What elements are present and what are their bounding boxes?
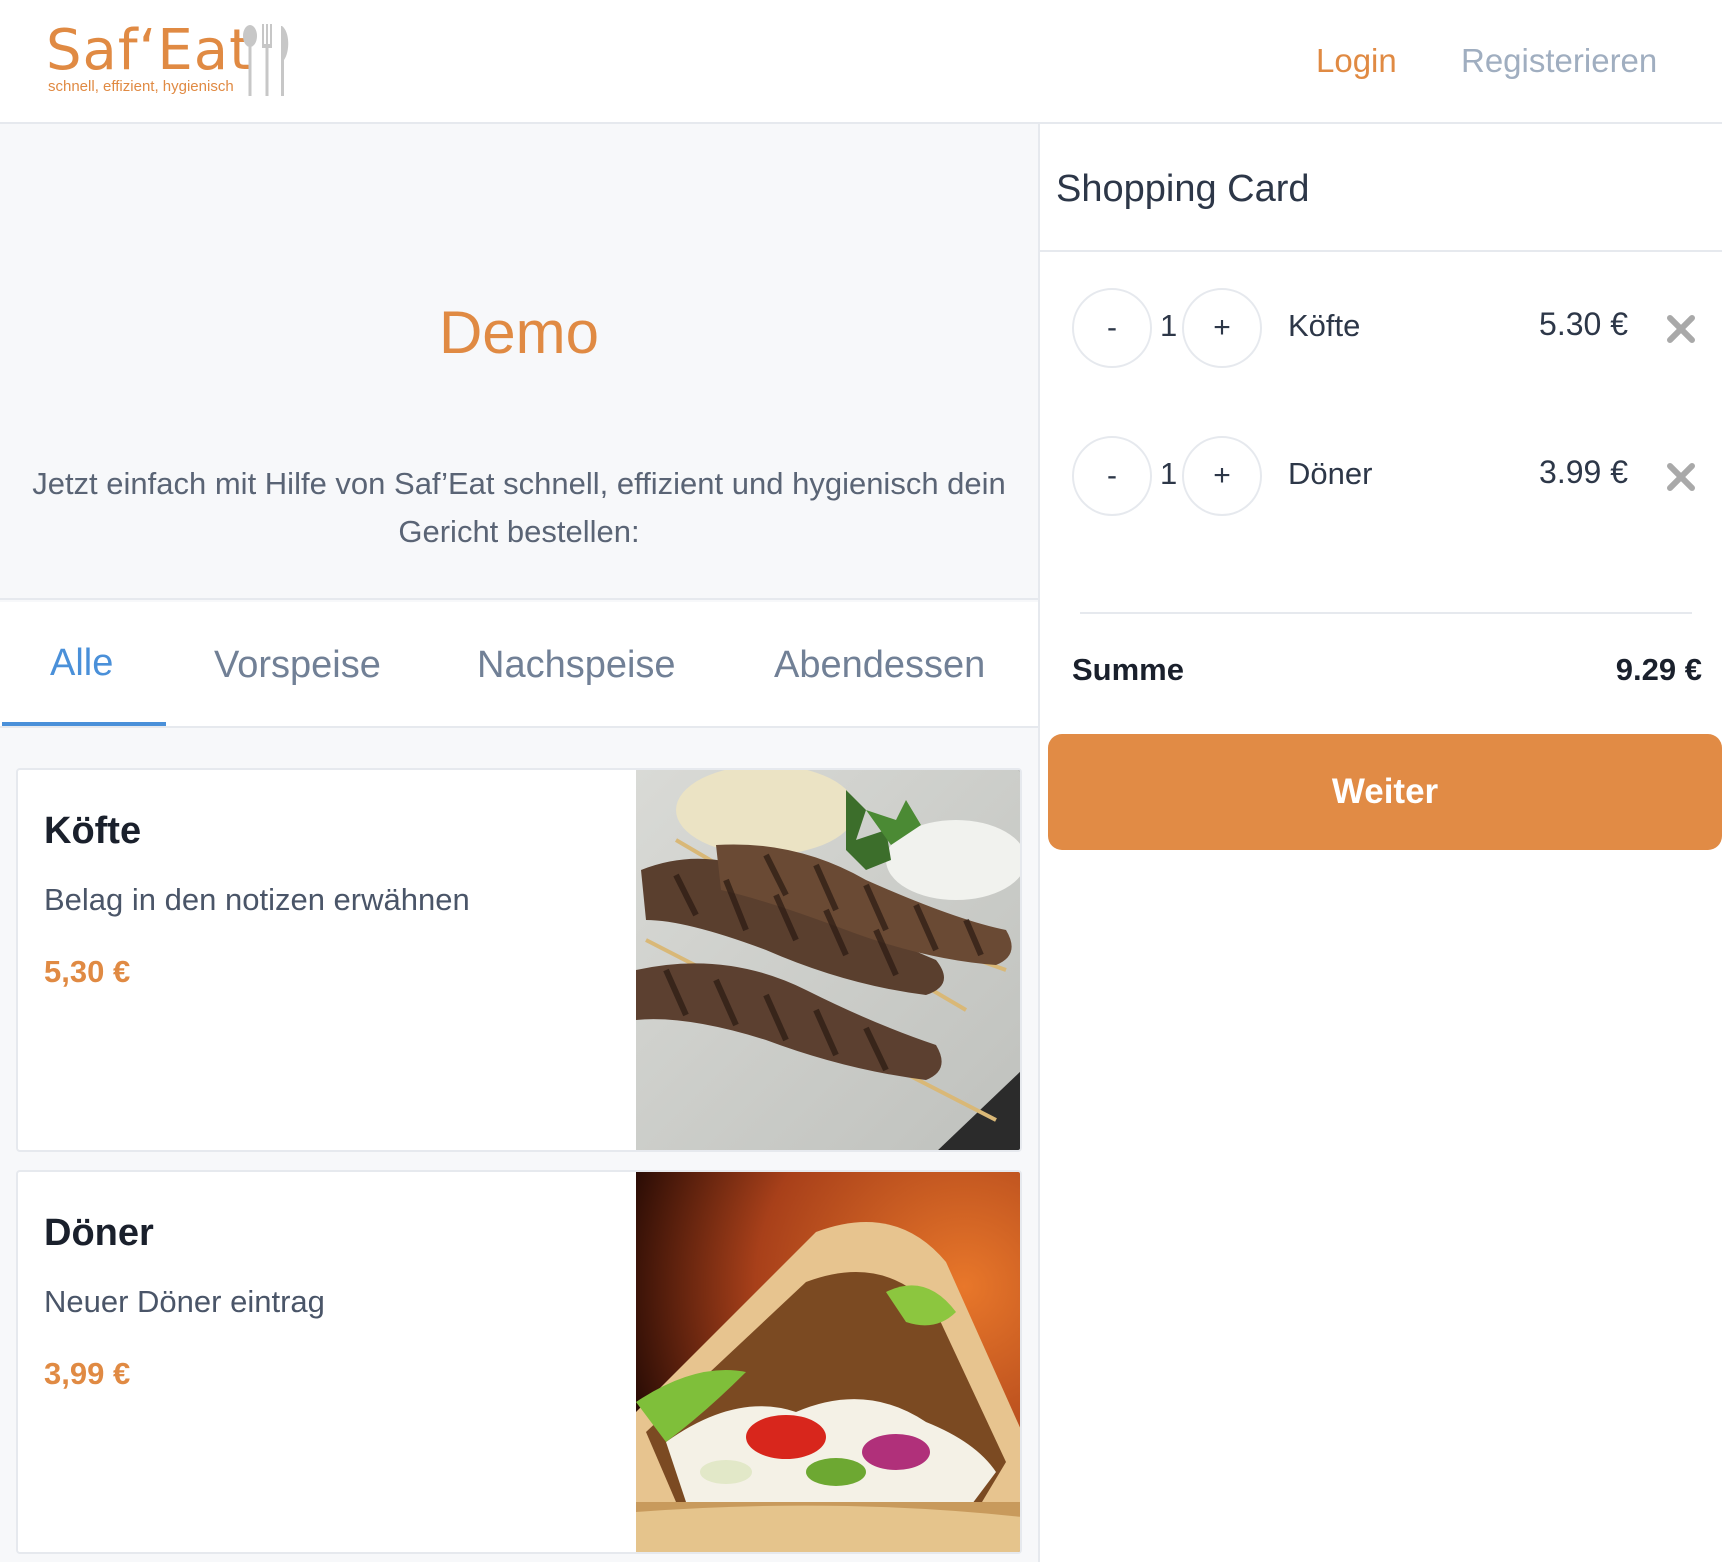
cart-item: - 1 + Köfte 5.30 € [1072, 288, 1712, 368]
cart-item-name: Köfte [1288, 308, 1361, 343]
divider [1080, 612, 1692, 614]
logo-tagline: schnell, effizient, hygienisch [48, 78, 234, 95]
menu-panel: Demo Jetzt einfach mit Hilfe von Saf’Eat… [0, 124, 1040, 1562]
cart-title: Shopping Card [1056, 168, 1310, 210]
quantity-value: 1 [1160, 308, 1178, 343]
doener-image [636, 1172, 1020, 1552]
close-icon[interactable] [1666, 462, 1696, 492]
hero-section: Demo Jetzt einfach mit Hilfe von Saf’Eat… [0, 124, 1038, 600]
category-tabs: Alle Vorspeise Nachspeise Abendessen [0, 602, 1038, 728]
increase-quantity-button[interactable]: + [1182, 436, 1262, 516]
menu-item-title: Köfte [44, 810, 142, 852]
cart-item: - 1 + Döner 3.99 € [1072, 436, 1712, 516]
menu-item-title: Döner [44, 1212, 154, 1254]
tab-alle[interactable]: Alle [50, 642, 113, 685]
increase-quantity-button[interactable]: + [1182, 288, 1262, 368]
cutlery-icon [243, 24, 289, 96]
quantity-value: 1 [1160, 456, 1178, 491]
sum-label: Summe [1072, 652, 1184, 687]
cart-item-price: 3.99 € [1539, 454, 1628, 490]
hero-description: Jetzt einfach mit Hilfe von Saf’Eat schn… [32, 466, 1006, 549]
menu-item-description: Belag in den notizen erwähnen [44, 882, 470, 917]
tab-abendessen[interactable]: Abendessen [774, 644, 985, 687]
tab-nachspeise[interactable]: Nachspeise [477, 644, 676, 687]
menu-item-card[interactable]: Köfte Belag in den notizen erwähnen 5,30… [16, 768, 1022, 1152]
active-tab-indicator [2, 722, 166, 726]
tab-vorspeise[interactable]: Vorspeise [214, 644, 381, 687]
continue-button[interactable]: Weiter [1048, 734, 1722, 850]
register-link[interactable]: Registerieren [1461, 42, 1657, 80]
login-link[interactable]: Login [1316, 42, 1397, 80]
menu-item-price: 5,30 € [44, 954, 131, 989]
divider [1040, 250, 1722, 252]
top-header: Saf‘Eat schnell, effizient, hygienisch L… [0, 0, 1722, 124]
menu-item-card[interactable]: Döner Neuer Döner eintrag 3,99 € [16, 1170, 1022, 1554]
decrease-quantity-button[interactable]: - [1072, 288, 1152, 368]
sum-value: 9.29 € [1615, 652, 1702, 687]
menu-item-price: 3,99 € [44, 1356, 131, 1391]
page-title: Demo [438, 299, 600, 366]
cart-item-price: 5.30 € [1539, 306, 1628, 342]
cart-item-name: Döner [1288, 456, 1373, 491]
decrease-quantity-button[interactable]: - [1072, 436, 1152, 516]
shopping-cart-panel: Shopping Card - 1 + Köfte 5.30 € - 1 + D… [1040, 124, 1722, 1562]
close-icon[interactable] [1666, 314, 1696, 344]
logo[interactable]: Saf‘Eat schnell, effizient, hygienisch [46, 18, 306, 102]
logo-text: Saf‘Eat [46, 18, 253, 83]
koefte-image [636, 770, 1020, 1150]
menu-item-description: Neuer Döner eintrag [44, 1284, 325, 1319]
